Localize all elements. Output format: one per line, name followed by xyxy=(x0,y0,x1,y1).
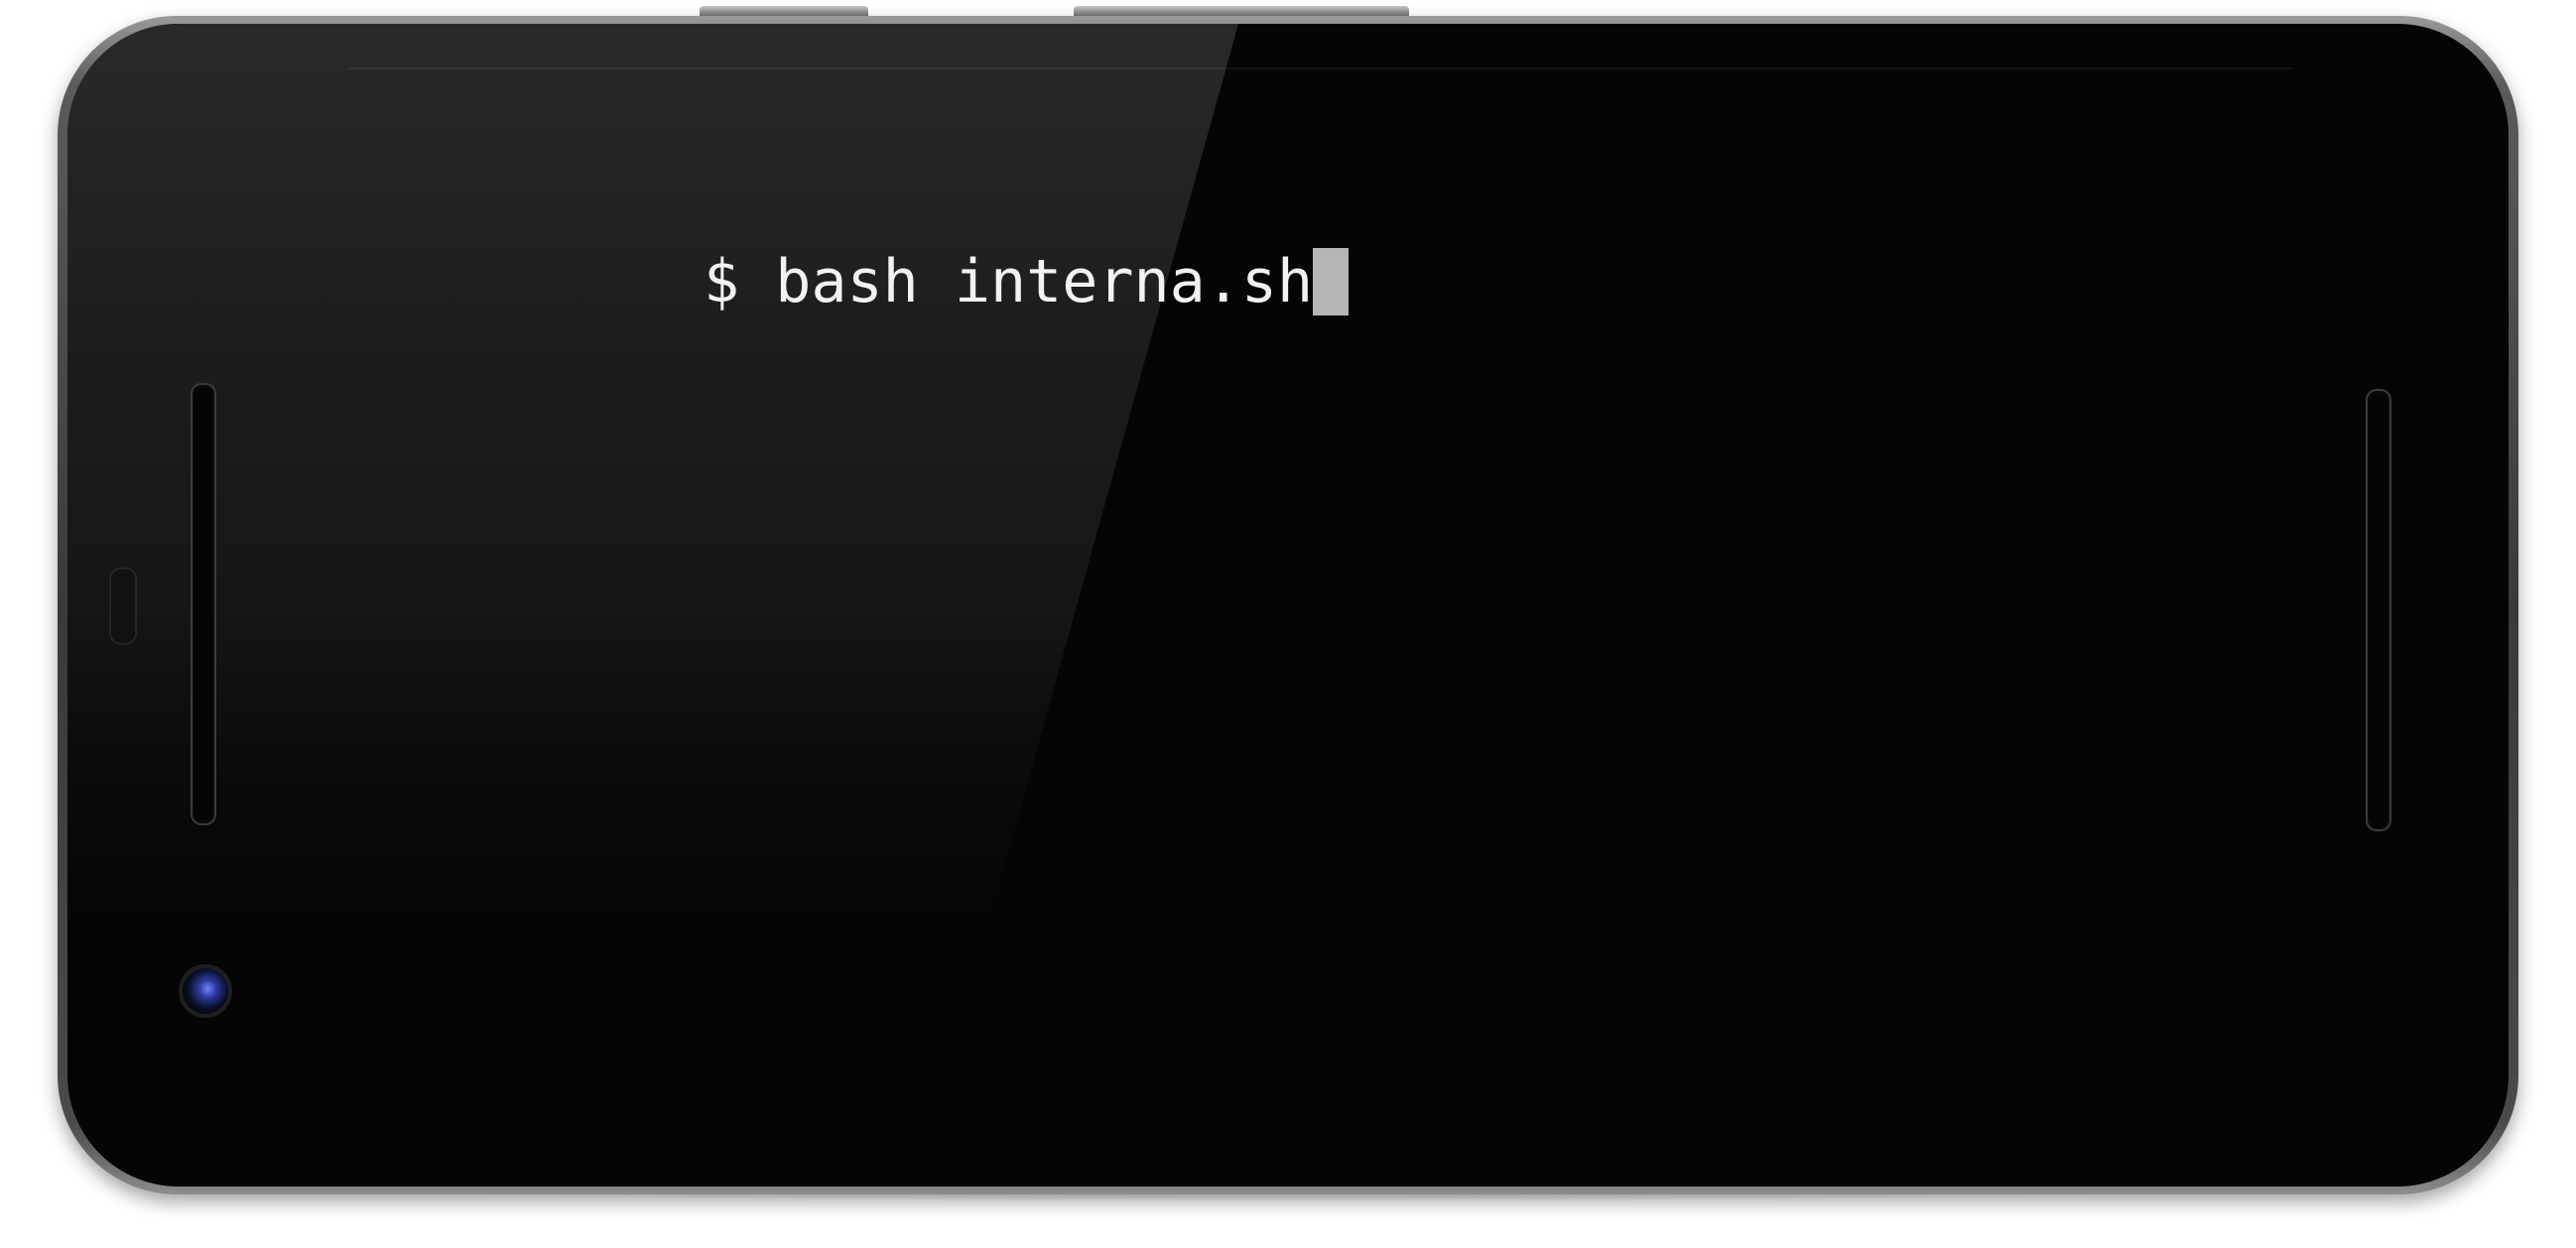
terminal-output[interactable]: $ bash interna.sh xyxy=(417,175,1350,389)
device-mockup: $ bash interna.sh xyxy=(0,0,2576,1248)
proximity-sensor-icon xyxy=(109,567,137,645)
terminal-screen[interactable]: $ bash interna.sh xyxy=(347,67,2292,1159)
speaker-grille-right-icon xyxy=(2366,389,2391,831)
front-camera-icon xyxy=(179,964,232,1018)
speaker-grille-left-icon xyxy=(191,383,216,825)
phone-body: $ bash interna.sh xyxy=(67,24,2509,1186)
command-line[interactable]: $ bash interna.sh xyxy=(704,246,1313,317)
screen-edge xyxy=(347,67,2292,69)
text-cursor xyxy=(1313,248,1350,315)
prompt-symbol: $ xyxy=(703,247,740,316)
command-text: bash interna.sh xyxy=(775,247,1314,316)
